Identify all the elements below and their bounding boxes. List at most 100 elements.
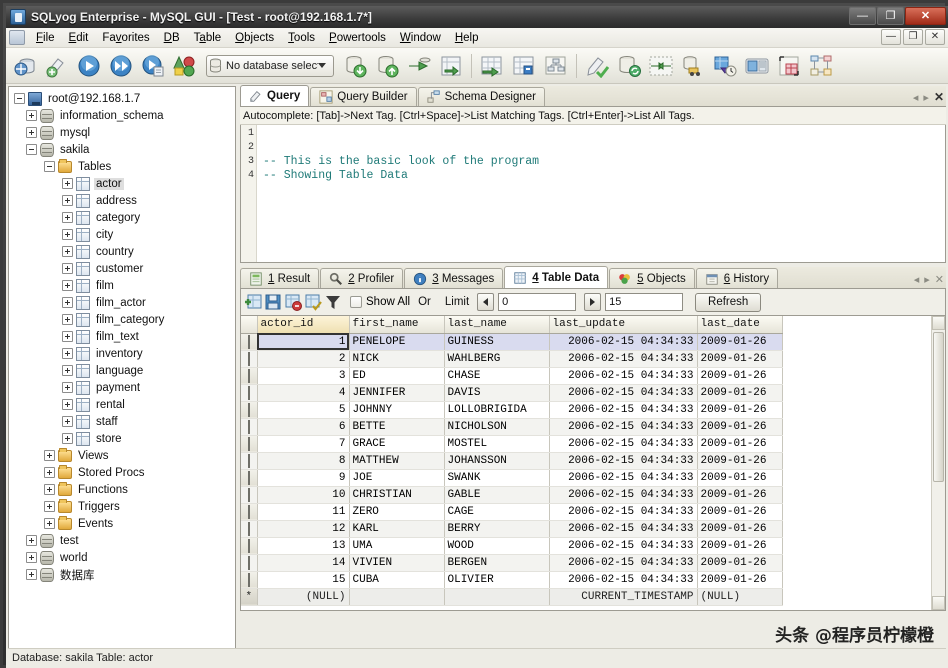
tab-query-builder[interactable]: Query Builder: [310, 87, 417, 106]
cell-first_name[interactable]: ED: [349, 367, 445, 385]
row-select-cell[interactable]: [241, 435, 258, 453]
expander-plus-icon[interactable]: [44, 450, 55, 461]
table-row[interactable]: 15 CUBA OLIVIER 2006-02-15 04:34:33 2009-01-…: [241, 571, 783, 589]
cell-actor_id[interactable]: 9: [257, 469, 350, 487]
cell-actor_id[interactable]: 3: [257, 367, 350, 385]
cell-actor_id[interactable]: 14: [257, 554, 350, 572]
row-checkbox[interactable]: [247, 487, 250, 502]
cell-last_date[interactable]: 2009-01-26: [697, 401, 783, 419]
cell-actor_id[interactable]: 2: [257, 350, 350, 368]
row-checkbox[interactable]: [247, 351, 250, 366]
cell-last_date[interactable]: 2009-01-26: [697, 384, 783, 402]
cell-last_name[interactable]: CAGE: [444, 503, 550, 521]
cell-first_name[interactable]: NICK: [349, 350, 445, 368]
cell-last_update[interactable]: 2006-02-15 04:34:33: [549, 571, 698, 589]
cell-last_update[interactable]: 2006-02-15 04:34:33: [549, 503, 698, 521]
manage-indexes-button[interactable]: [509, 51, 539, 81]
tree-node-functions[interactable]: Functions: [12, 481, 235, 498]
row-select-cell[interactable]: [241, 333, 258, 351]
cell-last_date[interactable]: 2009-01-26: [697, 571, 783, 589]
mdi-close-button[interactable]: ✕: [925, 29, 945, 45]
result-tab-objects[interactable]: 5 Objects: [609, 268, 695, 288]
cell-last_name[interactable]: NICHOLSON: [444, 418, 550, 436]
row-checkbox[interactable]: [247, 334, 250, 349]
expander-plus-icon[interactable]: [62, 263, 73, 274]
tree-node--[interactable]: 数据库: [12, 566, 235, 583]
row-checkbox[interactable]: [247, 504, 250, 519]
row-select-cell[interactable]: [241, 503, 258, 521]
menu-help[interactable]: Help: [448, 30, 486, 46]
restore-database-button[interactable]: [372, 51, 402, 81]
table-row[interactable]: 9 JOE SWANK 2006-02-15 04:34:33 2009-01-26: [241, 469, 783, 487]
cell-last_date[interactable]: 2009-01-26: [697, 350, 783, 368]
cell-actor_id[interactable]: 5: [257, 401, 350, 419]
column-header-actor_id[interactable]: actor_id: [257, 316, 350, 334]
cell-last_name[interactable]: BERGEN: [444, 554, 550, 572]
mdi-document-icon[interactable]: [9, 30, 25, 45]
result-tab-scroll-left-icon[interactable]: ◂: [914, 273, 920, 286]
row-select-cell[interactable]: [241, 520, 258, 538]
filter-button[interactable]: [324, 293, 342, 311]
result-tab-result[interactable]: 1 Result: [240, 268, 320, 288]
expander-minus-icon[interactable]: [26, 144, 37, 155]
tree-node-views[interactable]: Views: [12, 447, 235, 464]
expander-plus-icon[interactable]: [62, 195, 73, 206]
cell-last_update[interactable]: 2006-02-15 04:34:33: [549, 367, 698, 385]
tab-schema-designer[interactable]: Schema Designer: [417, 87, 545, 106]
cell-last_name[interactable]: LOLLOBRIGIDA: [444, 401, 550, 419]
table-row[interactable]: 4 JENNIFER DAVIS 2006-02-15 04:34:33 2009-01…: [241, 384, 783, 402]
expander-plus-icon[interactable]: [44, 518, 55, 529]
create-table-button[interactable]: [477, 51, 507, 81]
row-select-cell[interactable]: [241, 367, 258, 385]
table-row[interactable]: 7 GRACE MOSTEL 2006-02-15 04:34:33 2009-01-2…: [241, 435, 783, 453]
refresh-button[interactable]: Refresh: [695, 292, 762, 312]
expander-plus-icon[interactable]: [26, 569, 37, 580]
row-select-cell[interactable]: [241, 571, 258, 589]
cell-actor_id[interactable]: 10: [257, 486, 350, 504]
result-tab-close-icon[interactable]: ✕: [935, 273, 944, 286]
expander-plus-icon[interactable]: [62, 433, 73, 444]
query-builder-button[interactable]: [582, 51, 612, 81]
delete-row-button[interactable]: [284, 293, 302, 311]
export-data-button[interactable]: [436, 51, 466, 81]
insert-row-button[interactable]: [244, 293, 262, 311]
show-all-control[interactable]: Show All: [350, 296, 410, 308]
cell-last_name[interactable]: OLIVIER: [444, 571, 550, 589]
cell-last_update[interactable]: 2006-02-15 04:34:33: [549, 520, 698, 538]
row-checkbox[interactable]: [247, 521, 250, 536]
cell-actor_id[interactable]: 8: [257, 452, 350, 470]
tab-scroll-left-icon[interactable]: ◂: [913, 91, 919, 104]
database-selector[interactable]: No database selected: [206, 54, 334, 77]
tab-query[interactable]: Query: [240, 85, 310, 106]
cell-last_date[interactable]: 2009-01-26: [697, 435, 783, 453]
expander-plus-icon[interactable]: [62, 399, 73, 410]
cell-last_date[interactable]: 2009-01-26: [697, 520, 783, 538]
cell-last_name[interactable]: SWANK: [444, 469, 550, 487]
table-row[interactable]: 5 JOHNNY LOLLOBRIGIDA 2006-02-15 04:34:33 20…: [241, 401, 783, 419]
tree-node-store[interactable]: store: [12, 430, 235, 447]
cell-last_update[interactable]: 2006-02-15 04:34:33: [549, 418, 698, 436]
expander-minus-icon[interactable]: [14, 93, 25, 104]
tree-node-mysql[interactable]: mysql: [12, 124, 235, 141]
expander-plus-icon[interactable]: [62, 212, 73, 223]
cell-last_name[interactable]: GABLE: [444, 486, 550, 504]
table-row[interactable]: 13 UMA WOOD 2006-02-15 04:34:33 2009-01-26: [241, 537, 783, 555]
sql-text-area[interactable]: -- This is the basic look of the program…: [257, 125, 945, 262]
menu-file[interactable]: File: [29, 30, 62, 46]
tree-node-information-schema[interactable]: information_schema: [12, 107, 235, 124]
cell-actor_id[interactable]: 6: [257, 418, 350, 436]
schema-designer-button[interactable]: [541, 51, 571, 81]
cell-last_name[interactable]: WAHLBERG: [444, 350, 550, 368]
new-cell-actor_id[interactable]: (NULL): [257, 588, 350, 606]
table-row[interactable]: 2 NICK WAHLBERG 2006-02-15 04:34:33 2009-01-…: [241, 350, 783, 368]
expander-plus-icon[interactable]: [44, 484, 55, 495]
expander-plus-icon[interactable]: [26, 535, 37, 546]
next-page-button[interactable]: [584, 293, 602, 311]
result-tab-history[interactable]: 6 History: [695, 268, 779, 288]
menu-powertools[interactable]: Powertools: [322, 30, 393, 46]
cell-last_date[interactable]: 2009-01-26: [697, 469, 783, 487]
tree-node-world[interactable]: world: [12, 549, 235, 566]
table-row[interactable]: 1 PENELOPE GUINESS 2006-02-15 04:34:33 2009-…: [241, 333, 783, 351]
stop-refresh-button[interactable]: [170, 51, 200, 81]
tree-node-actor[interactable]: actor: [12, 175, 235, 192]
